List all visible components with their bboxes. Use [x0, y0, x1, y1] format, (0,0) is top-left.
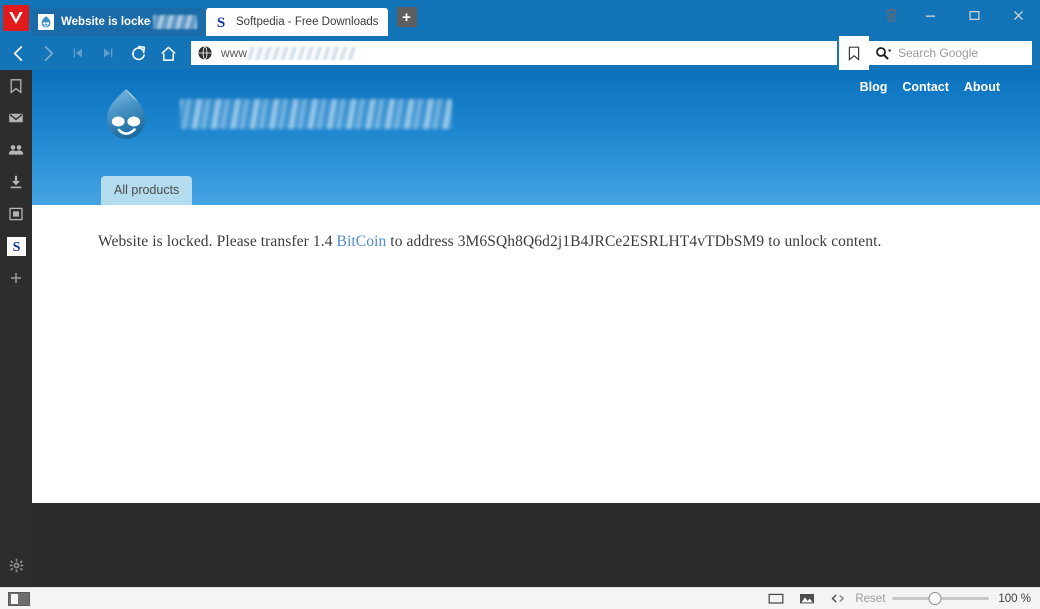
bookmark-icon: [848, 46, 860, 61]
zoom-slider[interactable]: [892, 592, 990, 606]
svg-text:S: S: [217, 15, 225, 30]
new-tab-button[interactable]: +: [396, 7, 417, 27]
home-icon: [160, 46, 176, 61]
sidebar-item-downloads[interactable]: [0, 166, 32, 198]
minimize-icon: [925, 15, 935, 17]
tab-website-is-locked[interactable]: Website is locked! |: [31, 8, 206, 36]
code-arrows-icon: [831, 594, 844, 603]
rewind-icon: [73, 48, 82, 58]
address-bar-value: www: [221, 46, 247, 60]
softpedia-favicon: S: [213, 14, 229, 30]
forward-arrow-icon: [44, 45, 53, 61]
panel-toggle-icon: [11, 593, 18, 604]
site-nav-item-contact[interactable]: Contact: [902, 80, 949, 94]
home-button[interactable]: [156, 40, 180, 66]
panel-settings-button[interactable]: [0, 552, 32, 578]
trash-button[interactable]: [874, 0, 908, 30]
vivaldi-browser-window: Website is locked! | S Softpedia - Free …: [0, 0, 1040, 609]
search-field-wrapper[interactable]: [869, 41, 1032, 65]
reload-icon: [131, 45, 145, 60]
site-nav-item-about[interactable]: About: [964, 80, 1000, 94]
bookmark-panel-icon: [10, 79, 22, 94]
navigation-toolbar: www: [0, 36, 1040, 70]
close-icon: [1013, 10, 1023, 20]
rewind-button[interactable]: [66, 40, 90, 66]
maximize-icon: [969, 10, 979, 20]
tab-label: Website is locked! |: [61, 16, 151, 28]
search-icon: [875, 46, 892, 60]
new-tab-label: +: [402, 8, 411, 26]
site-header: Blog Contact About All products: [32, 70, 1040, 205]
tab-softpedia[interactable]: S Softpedia - Free Downloads: [206, 8, 388, 36]
fast-forward-button[interactable]: [96, 40, 120, 66]
bitcoin-link[interactable]: BitCoin: [337, 233, 387, 250]
sidebar-item-mail[interactable]: [0, 102, 32, 134]
window-controls: [874, 0, 1040, 30]
page-content: Website is locked. Please transfer 1.4 B…: [32, 205, 1040, 253]
fast-forward-icon: [104, 48, 113, 58]
images-icon: [799, 594, 814, 604]
svg-text:S: S: [12, 239, 20, 254]
download-icon: [10, 175, 22, 189]
ransom-message: Website is locked. Please transfer 1.4 B…: [98, 231, 1040, 253]
ransom-message-prefix: Website is locked. Please transfer 1.4: [98, 233, 337, 250]
developer-tools-button[interactable]: [822, 588, 853, 609]
page-tiling-button[interactable]: [760, 588, 791, 609]
back-button[interactable]: [6, 40, 30, 66]
sidebar-item-bookmarks[interactable]: [0, 70, 32, 102]
images-toggle-button[interactable]: [791, 588, 822, 609]
vivaldi-logo-icon: [9, 12, 23, 24]
site-title-redaction: [180, 99, 452, 129]
vivaldi-menu-button[interactable]: [3, 5, 29, 31]
zoom-level-label: 100 %: [998, 592, 1031, 605]
status-bar: Reset 100 %: [0, 587, 1040, 609]
address-bar-redaction: [248, 46, 356, 60]
site-nav-item-blog[interactable]: Blog: [860, 80, 888, 94]
bookmark-button[interactable]: [839, 36, 869, 70]
plus-icon: [11, 273, 21, 283]
sidebar-item-contacts[interactable]: [0, 134, 32, 166]
sidebar-item-softpedia-panel[interactable]: S: [0, 230, 32, 262]
forward-button[interactable]: [36, 40, 60, 66]
contacts-icon: [8, 145, 24, 155]
status-bar-right-group: Reset 100 %: [760, 588, 1040, 609]
site-tab-label: All products: [114, 183, 180, 197]
site-navigation: Blog Contact About: [860, 80, 1000, 94]
reload-button[interactable]: [126, 40, 150, 66]
address-bar[interactable]: www: [191, 41, 837, 65]
search-input[interactable]: [898, 46, 1026, 60]
zoom-reset-button[interactable]: Reset: [855, 593, 885, 605]
sidebar-item-notes[interactable]: [0, 198, 32, 230]
maximize-button[interactable]: [952, 0, 996, 30]
gear-icon: [9, 558, 23, 572]
tab-label: Softpedia - Free Downloads: [236, 16, 379, 28]
mail-icon: [9, 113, 23, 123]
drupal-druplicon-logo: [107, 89, 145, 139]
panel-toggle-button[interactable]: [8, 591, 30, 606]
drupal-favicon: [38, 14, 54, 30]
minimize-button[interactable]: [908, 0, 952, 30]
zoom-slider-handle[interactable]: [928, 592, 942, 605]
globe-icon: [197, 45, 213, 61]
softpedia-favicon: S: [6, 236, 26, 256]
ransom-message-suffix: to address 3M6SQh8Q6d2j1B4JRCe2ESRLHT4vT…: [386, 233, 882, 250]
side-panel-bar: S: [0, 70, 32, 587]
sidebar-item-add-web-panel[interactable]: [0, 262, 32, 294]
tab-title-redaction: [153, 15, 197, 29]
notes-icon: [9, 207, 23, 221]
site-tab-all-products[interactable]: All products: [101, 176, 193, 205]
web-page-viewport: Blog Contact About All products Website …: [32, 70, 1040, 503]
close-button[interactable]: [996, 0, 1040, 30]
tile-icon: [768, 593, 784, 604]
browser-backdrop: [32, 503, 1040, 587]
tab-strip: Website is locked! | S Softpedia - Free …: [0, 0, 1040, 36]
trash-icon: [885, 8, 897, 22]
back-arrow-icon: [13, 45, 22, 61]
